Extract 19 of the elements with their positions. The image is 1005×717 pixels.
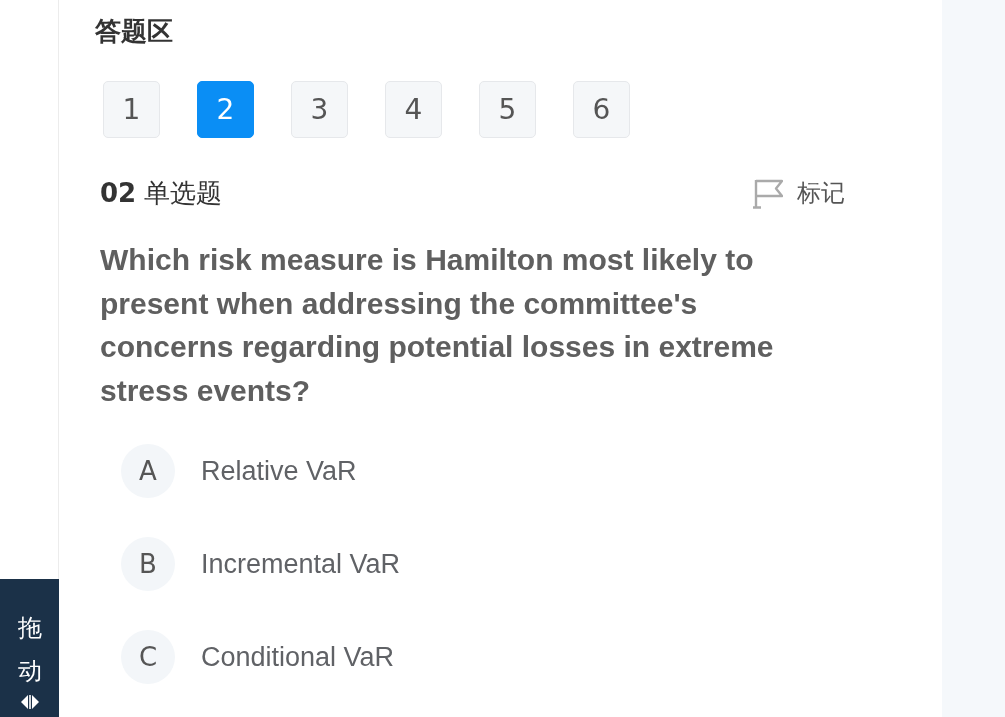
option-letter-button[interactable]: A xyxy=(121,444,175,498)
option-text[interactable]: Conditional VaR xyxy=(201,641,395,673)
flag-icon xyxy=(752,177,783,209)
option-text[interactable]: Relative VaR xyxy=(201,455,357,487)
panel-title: 答题区 xyxy=(95,15,174,48)
option-text[interactable]: Incremental VaR xyxy=(201,548,401,580)
option-letter-button[interactable]: C xyxy=(121,630,175,684)
question-number-button[interactable]: 5 xyxy=(479,81,536,138)
mark-button[interactable]: 标记 xyxy=(752,177,845,209)
left-right-arrows-icon xyxy=(20,695,39,710)
question-heading: 02 单选题 xyxy=(100,177,223,210)
question-number-button[interactable]: 3 xyxy=(291,81,348,138)
drag-handle[interactable]: 拖动 xyxy=(0,579,59,717)
option-letter-button[interactable]: B xyxy=(121,537,175,591)
question-number-button[interactable]: 1 xyxy=(103,81,160,138)
question-text: Which risk measure is Hamilton most likely to present when addressing the committee's concerns regarding potential losses in extreme stress events? xyxy=(100,242,775,409)
question-number-button[interactable]: 4 xyxy=(385,81,442,138)
drag-label: 拖动 xyxy=(17,613,42,688)
question-number-button[interactable]: 6 xyxy=(573,81,630,138)
